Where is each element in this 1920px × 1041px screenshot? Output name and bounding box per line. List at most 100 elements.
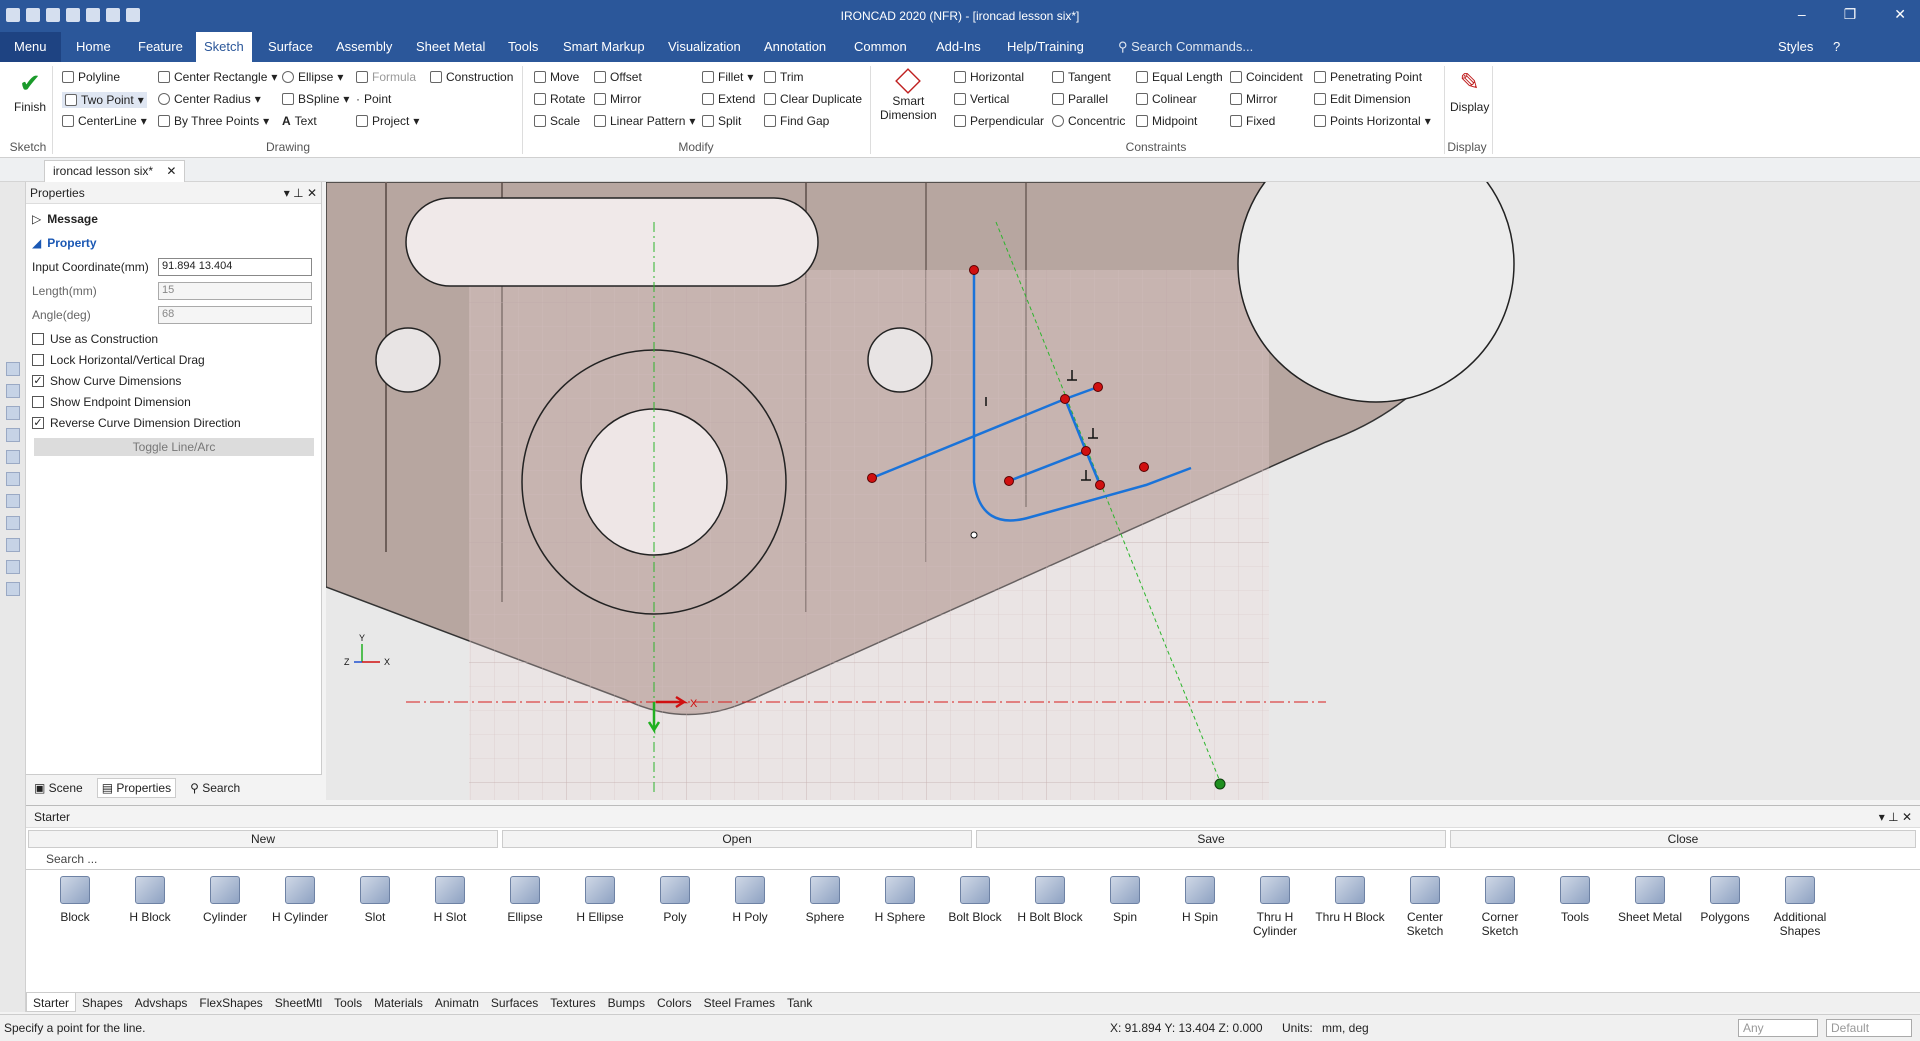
catalog-item[interactable]: Center Sketch [1388, 876, 1462, 938]
tool-icon[interactable] [5, 560, 20, 574]
catalog-item[interactable]: Polygons [1688, 876, 1762, 924]
tool-icon[interactable] [5, 494, 20, 508]
catalog-item[interactable]: Slot [338, 876, 412, 924]
checkbox-box[interactable] [32, 354, 44, 366]
checkbox-box[interactable] [32, 333, 44, 345]
mirror-tool[interactable]: Mirror [594, 92, 641, 106]
equal-length-constraint[interactable]: Equal Length [1136, 70, 1223, 84]
coincident-constraint[interactable]: Coincident [1230, 70, 1303, 84]
text-tool[interactable]: A Text [282, 114, 317, 128]
library-tab[interactable]: Shapes [76, 993, 129, 1012]
concentric-constraint[interactable]: Concentric [1052, 114, 1125, 128]
tool-icon[interactable] [5, 450, 20, 464]
units-value[interactable]: mm, deg [1322, 1021, 1369, 1035]
save-button[interactable]: Save [976, 830, 1446, 848]
tab-assembly[interactable]: Assembly [328, 32, 400, 62]
two-point-tool[interactable]: Two Point ▾ [62, 92, 147, 108]
tab-visualization[interactable]: Visualization [660, 32, 749, 62]
show-endpoint-dimension-checkbox[interactable]: Show Endpoint Dimension [32, 395, 191, 409]
slot-cutout[interactable] [405, 197, 819, 287]
tab-sketch[interactable]: Sketch [196, 32, 252, 62]
three-point-arc-tool[interactable]: By Three Points ▾ [158, 114, 269, 128]
restore-button[interactable]: ❐ [1844, 6, 1857, 23]
project-tool[interactable]: Project ▾ [356, 114, 419, 128]
fillet-tool[interactable]: Fillet ▾ [702, 70, 753, 84]
tool-icon[interactable] [5, 516, 20, 530]
library-tab[interactable]: Surfaces [485, 993, 544, 1012]
tool-icon[interactable] [5, 362, 20, 376]
catalog-item[interactable]: Ellipse [488, 876, 562, 924]
library-tab[interactable]: Textures [544, 993, 601, 1012]
cursor-point[interactable] [1214, 778, 1226, 790]
use-as-construction-checkbox[interactable]: Use as Construction [32, 332, 158, 346]
panel-controls-icon[interactable]: ▾ ⊥ ✕ [1879, 810, 1912, 824]
tab-common[interactable]: Common [846, 32, 915, 62]
property-section[interactable]: ◢ Property [32, 236, 97, 250]
tool-icon[interactable] [5, 384, 20, 398]
catalog-item[interactable]: Spin [1088, 876, 1162, 924]
open-button[interactable]: Open [502, 830, 972, 848]
tool-icon[interactable] [5, 406, 20, 420]
catalog-item[interactable]: H Bolt Block [1013, 876, 1087, 924]
rotate-tool[interactable]: Rotate [534, 92, 585, 106]
tab-surface[interactable]: Surface [260, 32, 321, 62]
linear-pattern-tool[interactable]: Linear Pattern ▾ [594, 114, 695, 128]
tab-annotation[interactable]: Annotation [756, 32, 834, 62]
hole-small-mid[interactable] [867, 327, 933, 393]
catalog-item[interactable]: Tools [1538, 876, 1612, 924]
help-icon[interactable]: ? [1825, 32, 1848, 62]
library-tab[interactable]: Bumps [602, 993, 651, 1012]
mirror-constraint[interactable]: Mirror [1230, 92, 1277, 106]
length-field[interactable]: 15 [158, 282, 312, 300]
close-button[interactable]: Close [1450, 830, 1916, 848]
tab-help-training[interactable]: Help/Training [999, 32, 1092, 62]
minimize-button[interactable]: – [1798, 6, 1806, 23]
tangent-constraint[interactable]: Tangent [1052, 70, 1111, 84]
tab-add-ins[interactable]: Add-Ins [928, 32, 989, 62]
move-tool[interactable]: Move [534, 70, 579, 84]
catalog-item[interactable]: Poly [638, 876, 712, 924]
tab-menu[interactable]: Menu [0, 32, 61, 62]
library-tab[interactable]: SheetMtl [269, 993, 328, 1012]
parallel-constraint[interactable]: Parallel [1052, 92, 1108, 106]
vertical-constraint[interactable]: Vertical [954, 92, 1009, 106]
catalog-item[interactable]: Thru H Cylinder [1238, 876, 1312, 938]
tab-properties[interactable]: ▤ Properties [96, 777, 177, 798]
catalog-item[interactable]: H Poly [713, 876, 787, 924]
horizontal-constraint[interactable]: Horizontal [954, 70, 1024, 84]
center-rectangle-tool[interactable]: Center Rectangle ▾ [158, 70, 277, 84]
filter-any-select[interactable]: Any [1738, 1019, 1818, 1037]
toggle-line-arc-button[interactable]: Toggle Line/Arc [34, 438, 314, 456]
library-tab[interactable]: Starter [26, 993, 77, 1012]
origin-point[interactable] [970, 531, 978, 539]
catalog-item[interactable]: H Block [113, 876, 187, 924]
checkbox-box[interactable]: ✓ [32, 375, 44, 387]
smart-dimension-button[interactable]: Smart Dimension [880, 68, 937, 122]
trim-tool[interactable]: Trim [764, 70, 804, 84]
midpoint-constraint[interactable]: Midpoint [1136, 114, 1197, 128]
catalog-item[interactable]: H Sphere [863, 876, 937, 924]
catalog-item[interactable]: H Slot [413, 876, 487, 924]
edit-dimension-button[interactable]: Edit Dimension [1314, 92, 1411, 106]
tool-icon[interactable] [5, 428, 20, 442]
panel-controls-icon[interactable]: ▾ ⊥ ✕ [284, 186, 317, 200]
library-tab[interactable]: Tank [781, 993, 818, 1012]
new-button[interactable]: New [28, 830, 498, 848]
angle-field[interactable]: 68 [158, 306, 312, 324]
tab-sheet-metal[interactable]: Sheet Metal [408, 32, 493, 62]
hole-small-left[interactable] [375, 327, 441, 393]
catalog-item[interactable]: Cylinder [188, 876, 262, 924]
library-tab[interactable]: Advshaps [129, 993, 194, 1012]
catalog-item[interactable]: Sheet Metal [1613, 876, 1687, 924]
perpendicular-constraint[interactable]: Perpendicular [954, 114, 1044, 128]
catalog-item[interactable]: H Ellipse [563, 876, 637, 924]
input-coordinate-field[interactable]: 91.894 13.404 [158, 258, 312, 276]
tool-icon[interactable] [5, 472, 20, 486]
3d-viewport[interactable]: X Y X Z [326, 182, 1920, 800]
library-tab[interactable]: Materials [368, 993, 429, 1012]
display-button[interactable]: ✎ Display [1450, 70, 1489, 115]
tab-feature[interactable]: Feature [130, 32, 191, 62]
tab-scene[interactable]: ▣ Scene [34, 781, 83, 795]
library-tab[interactable]: Steel Frames [698, 993, 781, 1012]
catalog-item[interactable]: Block [38, 876, 112, 924]
